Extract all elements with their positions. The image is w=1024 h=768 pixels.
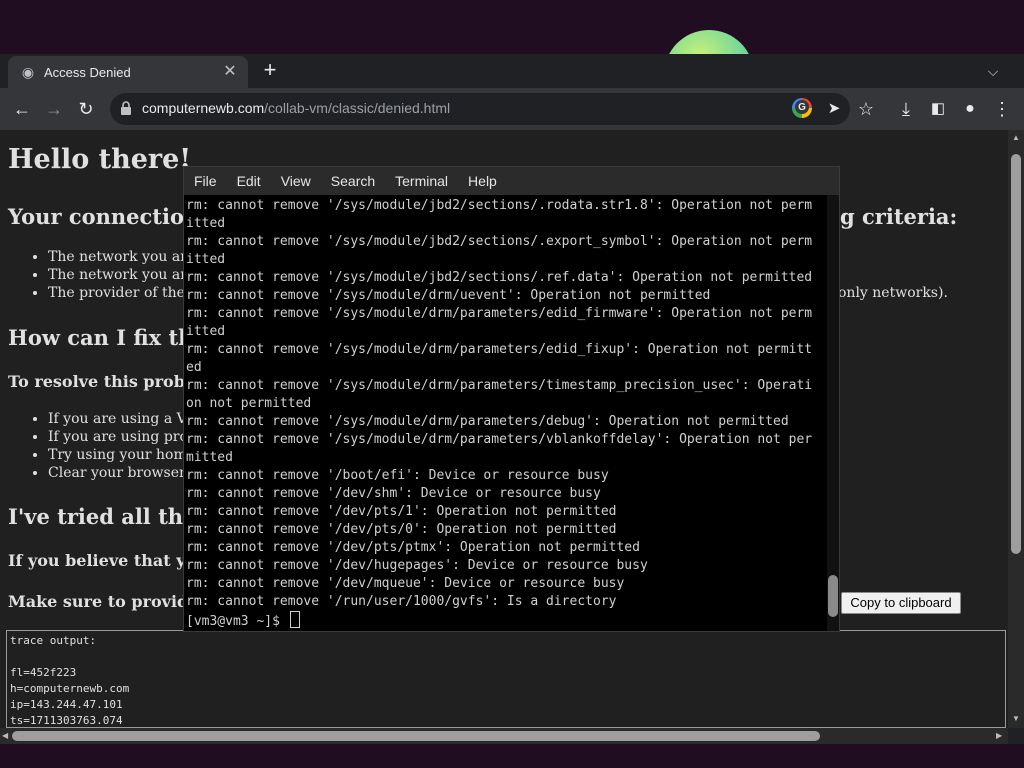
url-text[interactable]: computernewb.com/collab-vm/classic/denie… (142, 100, 450, 116)
terminal-line: rm: cannot remove '/sys/module/drm/param… (186, 378, 813, 393)
terminal-line: rm: cannot remove '/dev/pts/0': Operatio… (186, 522, 617, 537)
terminal-line: ed (186, 360, 202, 375)
page-favicon-icon: ◉ (21, 64, 35, 80)
google-lens-icon[interactable] (792, 98, 812, 118)
tab-title: Access Denied (44, 64, 131, 80)
scroll-right-icon[interactable]: ▶ (996, 731, 1002, 740)
terminal-line: on not permitted (186, 396, 312, 411)
fix-item: If you are using a VP (48, 410, 198, 428)
address-bar[interactable]: computernewb.com/collab-vm/classic/denie… (110, 93, 850, 125)
profile-avatar-icon[interactable]: ● (958, 97, 982, 121)
terminal-prompt: [vm3@vm3 ~]$ (186, 614, 288, 629)
terminal-line: rm: cannot remove '/sys/module/drm/param… (186, 306, 813, 321)
menu-edit[interactable]: Edit (227, 167, 271, 195)
terminal-line: itted (186, 252, 226, 267)
terminal-cursor (289, 611, 300, 628)
terminal-scrollbar[interactable] (827, 195, 839, 631)
menu-terminal[interactable]: Terminal (385, 167, 458, 195)
fixes-list: If you are using a VP If you are using p… (8, 410, 198, 482)
bookmark-star-icon[interactable]: ☆ (854, 97, 878, 121)
desktop-bottom-bar (0, 744, 1024, 768)
terminal-prompt-line[interactable]: [vm3@vm3 ~]$ (186, 611, 300, 629)
fix-item: Clear your browser c (48, 464, 198, 482)
terminal-line: rm: cannot remove '/sys/module/jbd2/sect… (186, 198, 813, 213)
menu-search[interactable]: Search (321, 167, 385, 195)
new-tab-button[interactable]: + (258, 59, 282, 82)
share-icon[interactable]: ➤ (822, 97, 846, 121)
trace-line: ip=143.244.47.101 (10, 698, 123, 711)
trace-line: fl=452f223 (10, 666, 77, 679)
trace-line: ts=1711303763.074 (10, 714, 123, 727)
forward-arrow-icon[interactable]: → (42, 97, 66, 121)
trace-line: trace output: (10, 634, 97, 647)
back-arrow-icon[interactable]: ← (10, 97, 34, 121)
menu-file[interactable]: File (184, 167, 227, 195)
terminal-line: rm: cannot remove '/sys/module/drm/param… (186, 342, 813, 357)
trace-line: h=computernewb.com (10, 682, 130, 695)
terminal-line: rm: cannot remove '/boot/efi': Device or… (186, 468, 609, 483)
browser-toolbar: ← → ↻ computernewb.com/collab-vm/classic… (0, 88, 1024, 130)
download-icon[interactable]: ⤓ (894, 97, 918, 121)
trace-line (10, 649, 1002, 665)
menu-kebab-icon[interactable]: ⋮ (990, 97, 1014, 121)
reason-item: The network you are (48, 266, 198, 284)
terminal-line: rm: cannot remove '/sys/module/drm/ueven… (186, 288, 711, 303)
horizontal-scroll-thumb[interactable] (12, 731, 820, 741)
reason-item: The network you are (48, 248, 198, 266)
page-heading: Hello there! (8, 144, 192, 175)
provide-heading: Make sure to provide (8, 592, 199, 611)
fix-item: Try using your home (48, 446, 198, 464)
url-path: /collab-vm/classic/denied.html (264, 100, 451, 116)
reason-item: The provider of the n (48, 284, 198, 302)
terminal-line: itted (186, 324, 226, 339)
terminal-scroll-thumb[interactable] (828, 575, 838, 617)
menu-help[interactable]: Help (458, 167, 507, 195)
fix-item: If you are using prog (48, 428, 198, 446)
reasons-list: The network you are The network you are … (8, 248, 198, 302)
close-tab-icon[interactable]: ✕ (220, 62, 240, 82)
vertical-scrollbar[interactable]: ▲ ▼ (1008, 130, 1024, 728)
terminal-line: rm: cannot remove '/dev/mqueue': Device … (186, 576, 625, 591)
connection-heading-end: g criteria: (840, 204, 958, 229)
terminal-line: rm: cannot remove '/dev/pts/ptmx': Opera… (186, 540, 640, 555)
url-host: computernewb.com (142, 100, 265, 116)
terminal-line: itted (186, 216, 226, 231)
lock-icon (121, 101, 131, 115)
trace-output-box[interactable]: trace output: fl=452f223 h=computernewb.… (6, 630, 1006, 728)
tab-strip: ◉ Access Denied ✕ + ⌵ (0, 54, 1024, 88)
reload-icon[interactable]: ↻ (74, 97, 98, 121)
terminal-output[interactable]: rm: cannot remove '/sys/module/jbd2/sect… (186, 197, 826, 631)
reason-item-tail: only networks). (838, 285, 948, 301)
terminal-line: rm: cannot remove '/sys/module/drm/param… (186, 432, 813, 447)
terminal-line: rm: cannot remove '/sys/module/jbd2/sect… (186, 234, 813, 249)
scroll-left-icon[interactable]: ◀ (2, 731, 8, 740)
scroll-up-icon[interactable]: ▲ (1012, 133, 1020, 142)
terminal-line: rm: cannot remove '/sys/module/drm/param… (186, 414, 789, 429)
tab-search-chevron-icon[interactable]: ⌵ (982, 60, 1004, 82)
terminal-line: rm: cannot remove '/dev/shm': Device or … (186, 486, 601, 501)
menu-view[interactable]: View (271, 167, 321, 195)
connection-heading-start: Your connection (8, 204, 200, 229)
side-panel-icon[interactable]: ◧ (926, 97, 950, 121)
terminal-line: mitted (186, 450, 233, 465)
terminal-line: rm: cannot remove '/dev/hugepages': Devi… (186, 558, 648, 573)
terminal-window[interactable]: File Edit View Search Terminal Help rm: … (183, 166, 840, 632)
scroll-down-icon[interactable]: ▼ (1012, 714, 1020, 723)
terminal-line: rm: cannot remove '/dev/pts/1': Operatio… (186, 504, 617, 519)
terminal-line: rm: cannot remove '/run/user/1000/gvfs':… (186, 594, 617, 609)
terminal-menubar: File Edit View Search Terminal Help (184, 167, 839, 195)
copy-to-clipboard-button[interactable]: Copy to clipboard (841, 592, 961, 614)
believe-heading: If you believe that you (8, 551, 208, 570)
terminal-line: rm: cannot remove '/sys/module/jbd2/sect… (186, 270, 813, 285)
tab-access-denied[interactable]: ◉ Access Denied ✕ (8, 56, 248, 88)
vertical-scroll-thumb[interactable] (1011, 154, 1021, 554)
horizontal-scrollbar[interactable]: ◀ ▶ (0, 728, 1008, 744)
